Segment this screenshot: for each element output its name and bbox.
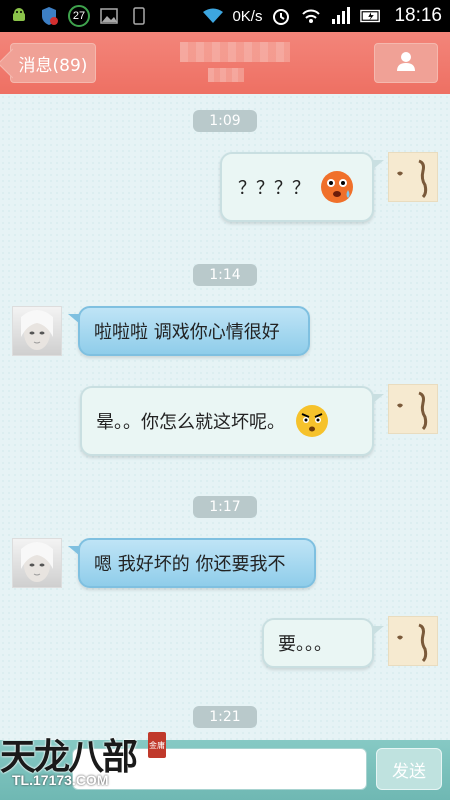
incoming-message-bubble[interactable]: 嗯 我好坏的 你还要我不: [68, 538, 316, 588]
contact-avatar[interactable]: [12, 538, 62, 588]
alarm-icon: [270, 6, 292, 26]
back-button-label: 消息(89): [18, 55, 88, 76]
image-icon: [98, 6, 120, 26]
contact-status-blurred: [208, 68, 244, 82]
message-text: 嗯 我好坏的 你还要我不: [94, 554, 286, 575]
status-bar: 27 0K/s 18:16: [0, 0, 450, 32]
my-avatar[interactable]: [388, 152, 438, 202]
watermark-seal: 金庸: [148, 732, 166, 758]
watermark-url: TL.17173.COM: [12, 772, 109, 788]
notification-count-badge: 27: [68, 5, 90, 27]
outgoing-message-bubble[interactable]: 要。。。: [262, 618, 384, 668]
timestamp-pill: 1:09: [193, 110, 257, 132]
shocked-face-icon: [321, 171, 353, 203]
watermark-logo: 天龙八部 金庸 TL.17173.COM: [0, 728, 170, 800]
contact-avatar[interactable]: [12, 306, 62, 356]
incoming-message-bubble[interactable]: 啦啦啦 调戏你心情很好: [68, 306, 310, 356]
shield-alert-icon: [38, 6, 60, 26]
chat-area[interactable]: 1:09 ？？？？ 1:14 啦啦啦 调戏你心情很好 晕。。你怎么就这坏呢。 1…: [0, 94, 450, 740]
signal-icon: [330, 6, 352, 26]
send-button[interactable]: 发送: [376, 748, 442, 790]
outgoing-message-bubble[interactable]: 晕。。你怎么就这坏呢。: [80, 386, 384, 456]
message-text: 晕。。你怎么就这坏呢。: [96, 412, 285, 433]
timestamp-label: 1:17: [209, 499, 241, 515]
contact-name-blurred: [180, 42, 290, 62]
timestamp-label: 1:21: [209, 709, 241, 725]
send-button-label: 发送: [392, 761, 426, 782]
timestamp-pill: 1:21: [193, 706, 257, 728]
timestamp-label: 1:14: [209, 267, 241, 283]
outgoing-message-bubble[interactable]: ？？？？: [220, 152, 384, 222]
network-speed: 0K/s: [232, 7, 263, 25]
timestamp-label: 1:09: [209, 113, 241, 129]
android-debug-icon: [8, 6, 30, 26]
wifi-icon: [202, 6, 224, 26]
battery-charging-icon: [360, 6, 382, 26]
chat-header: 消息(89): [0, 32, 450, 94]
message-text: ？？？？: [238, 178, 310, 199]
message-text: 啦啦啦 调戏你心情很好: [94, 322, 280, 343]
message-text: 要。。。: [278, 634, 332, 655]
timestamp-pill: 1:14: [193, 264, 257, 286]
timestamp-pill: 1:17: [193, 496, 257, 518]
clock: 18:16: [394, 5, 442, 26]
person-icon: [395, 50, 417, 76]
my-avatar[interactable]: [388, 616, 438, 666]
back-button[interactable]: 消息(89): [10, 43, 96, 83]
angry-face-icon: [296, 405, 328, 437]
my-avatar[interactable]: [388, 384, 438, 434]
phone-icon: [128, 6, 150, 26]
profile-button[interactable]: [374, 43, 438, 83]
hotspot-icon: [300, 6, 322, 26]
